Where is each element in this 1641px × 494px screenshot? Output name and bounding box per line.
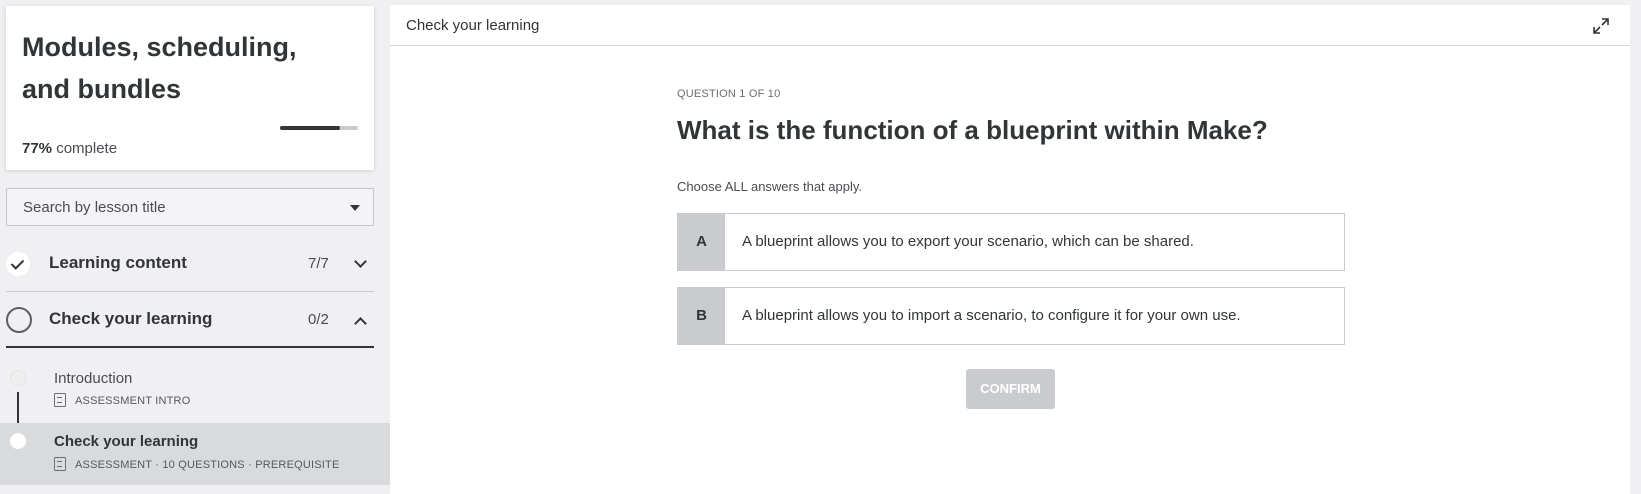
lesson-meta: ASSESSMENT INTRO [54,393,191,408]
quiz-panel: Check your learning QUESTION 1 OF 10 Wha… [390,5,1630,494]
course-summary-card: Modules, scheduling, and bundles 77% com… [6,6,374,170]
progress-percent: 77% [22,140,53,157]
answer-text: A blueprint allows you to export your sc… [742,233,1194,250]
answer-option-a[interactable]: A A blueprint allows you to export your … [677,213,1345,271]
section-count: 0/2 [308,311,329,328]
answer-letter: A [678,214,725,270]
section-title: Learning content [49,253,187,272]
lesson-search-label: Search by lesson title [23,199,166,216]
question-counter: QUESTION 1 OF 10 [677,88,781,100]
section-check-your-learning[interactable]: Check your learning 0/2 [6,292,374,348]
question-instructions: Choose ALL answers that apply. [677,179,863,194]
answer-letter: B [678,288,725,344]
lesson-item-introduction[interactable]: Introduction ASSESSMENT INTRO [0,362,390,432]
section-title: Check your learning [49,309,213,328]
lesson-status-dot [10,433,26,449]
course-progress-text: 77% complete [22,140,117,157]
course-title: Modules, scheduling, and bundles [22,32,297,104]
quiz-header-title: Check your learning [406,17,540,34]
chevron-up-icon [354,317,367,330]
lesson-meta-text: ASSESSMENT INTRO [75,394,191,407]
section-learning-content[interactable]: Learning content 7/7 [6,236,374,292]
course-progress-fill [280,126,341,130]
document-icon [54,393,66,407]
course-sidebar: Modules, scheduling, and bundles 77% com… [0,0,390,494]
caret-down-icon [350,205,360,211]
expand-fullscreen-icon[interactable] [1592,17,1610,35]
question-title: What is the function of a blueprint with… [677,115,1268,145]
lesson-search-select[interactable]: Search by lesson title [6,188,374,226]
answer-text: A blueprint allows you to import a scena… [742,307,1241,324]
progress-suffix: complete [56,140,118,157]
assessment-icon [54,457,66,471]
course-progress-bar [280,126,358,130]
lesson-meta: ASSESSMENT · 10 QUESTIONS · PREREQUISITE [54,457,340,472]
answer-option-b[interactable]: B A blueprint allows you to import a sce… [677,287,1345,345]
lesson-name: Introduction [54,370,133,387]
chevron-down-icon [354,255,367,268]
lesson-item-check-your-learning[interactable]: Check your learning ASSESSMENT · 10 QUES… [0,423,390,485]
empty-circle-icon [6,307,32,333]
quiz-header: Check your learning [390,5,1630,46]
section-count: 7/7 [308,255,329,272]
checkmark-icon [6,252,30,276]
lesson-meta-text: ASSESSMENT · 10 QUESTIONS · PREREQUISITE [75,458,340,471]
confirm-button[interactable]: CONFIRM [966,369,1055,409]
lesson-status-dot [10,370,26,386]
lesson-name: Check your learning [54,433,199,450]
